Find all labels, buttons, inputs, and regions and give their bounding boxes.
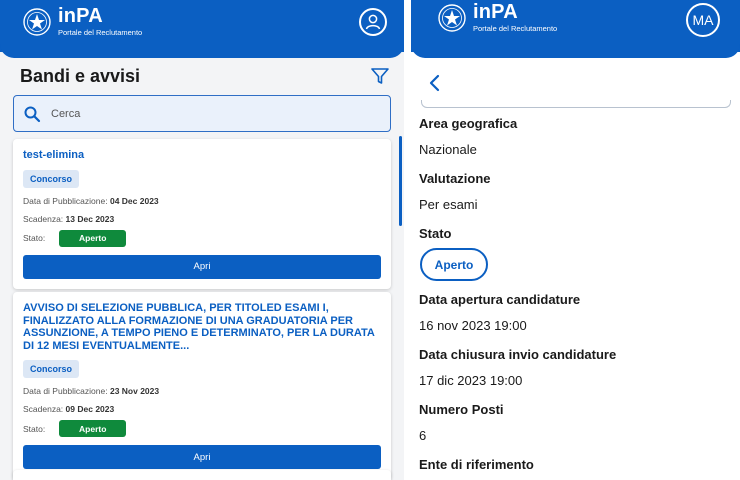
status-badge: Aperto [59, 229, 127, 247]
field-label-ente: Ente di riferimento [419, 457, 534, 472]
status-label: Stato: [23, 233, 46, 243]
brand-name: inPA [473, 1, 518, 23]
type-badge: Concorso [23, 169, 80, 188]
search-icon [24, 106, 41, 122]
field-label-chiusura: Data chiusura invio candidature [419, 347, 617, 362]
status-label: Stato: [23, 423, 46, 434]
status-badge: Aperto [420, 248, 488, 281]
notice-title[interactable]: AVVISO DI SELEZIONE PUBBLICA, PER TITOLE… [23, 302, 381, 352]
brand-subtitle: Portale del Reclutamento [473, 24, 558, 33]
field-value-area: Nazionale [419, 142, 477, 157]
field-label-area: Area geografica [419, 116, 518, 131]
scrollbar[interactable] [399, 136, 402, 226]
field-label-stato: Stato [419, 226, 452, 241]
screen-divider [404, 0, 411, 480]
open-button[interactable]: Apri [23, 254, 381, 279]
deadline-date: Scadenza: 13 Dec 2023 [23, 213, 115, 224]
deadline-date: Scadenza: 09 Dec 2023 [23, 404, 115, 414]
field-label-apertura: Data apertura candidature [419, 292, 581, 307]
status-badge: Aperto [59, 420, 127, 437]
publication-date: Data di Pubblicazione: 23 Nov 2023 [23, 386, 160, 396]
field-value-valutazione: Per esami [419, 197, 478, 212]
notice-card[interactable] [13, 470, 391, 480]
field-label-valutazione: Valutazione [419, 171, 491, 186]
app-header: inPA Portale del Reclutamento [0, 0, 404, 58]
section-divider [421, 100, 731, 108]
app-header: inPA Portale del Reclutamento MA [411, 0, 740, 58]
brand-name: inPA [58, 5, 103, 27]
inpa-logo[interactable]: inPA Portale del Reclutamento [437, 2, 557, 34]
search-input[interactable] [51, 107, 351, 120]
notice-card[interactable]: test-elimina Concorso Data di Pubblicazi… [13, 139, 391, 289]
page-title: Bandi e avvisi [20, 66, 141, 86]
field-value-chiusura: 17 dic 2023 19:00 [419, 373, 523, 388]
notice-card[interactable]: AVVISO DI SELEZIONE PUBBLICA, PER TITOLE… [13, 292, 391, 479]
header-curve [411, 44, 740, 58]
user-icon [365, 14, 381, 30]
field-value-posti: 6 [419, 428, 427, 443]
search-box[interactable] [13, 95, 391, 132]
field-label-posti: Numero Posti [419, 402, 504, 417]
republic-emblem-icon [23, 8, 51, 36]
open-button[interactable]: Apri [23, 445, 381, 469]
user-avatar-button[interactable]: MA [686, 3, 720, 37]
filter-icon[interactable] [370, 66, 390, 86]
type-badge: Concorso [23, 360, 80, 378]
status-row: Stato: Aperto [23, 420, 381, 437]
publication-date: Data di Pubblicazione: 04 Dec 2023 [23, 195, 159, 206]
chevron-left-icon[interactable] [427, 73, 441, 93]
header-curve [0, 44, 404, 58]
brand-subtitle: Portale del Reclutamento [58, 28, 143, 37]
field-value-apertura: 16 nov 2023 19:00 [419, 318, 527, 333]
republic-emblem-icon [438, 4, 466, 32]
inpa-logo[interactable]: inPA Portale del Reclutamento [22, 6, 142, 38]
right-screen: inPA Portale del Reclutamento MA Area ge… [411, 0, 740, 480]
status-row: Stato: Aperto [23, 229, 381, 247]
notice-title[interactable]: test-elimina [23, 149, 381, 162]
left-screen: inPA Portale del Reclutamento Bandi e av… [0, 0, 404, 480]
user-account-button[interactable] [359, 8, 387, 36]
